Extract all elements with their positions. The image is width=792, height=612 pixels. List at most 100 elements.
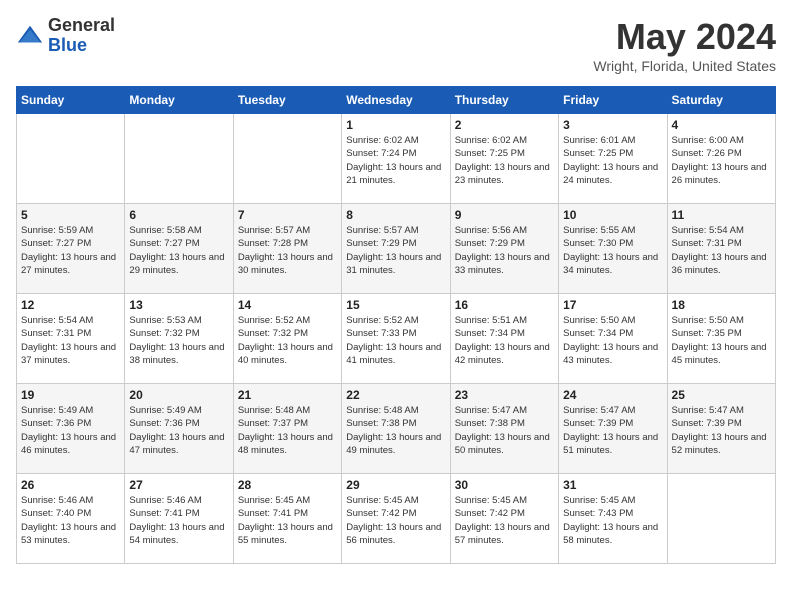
- day-number: 10: [563, 208, 662, 222]
- title-section: May 2024 Wright, Florida, United States: [593, 16, 776, 74]
- day-info: Sunrise: 5:54 AM Sunset: 7:31 PM Dayligh…: [672, 224, 771, 277]
- day-number: 25: [672, 388, 771, 402]
- day-info: Sunrise: 5:57 AM Sunset: 7:29 PM Dayligh…: [346, 224, 445, 277]
- day-number: 19: [21, 388, 120, 402]
- calendar-week-row: 19 Sunrise: 5:49 AM Sunset: 7:36 PM Dayli…: [17, 384, 776, 474]
- calendar-cell: 11 Sunrise: 5:54 AM Sunset: 7:31 PM Dayli…: [667, 204, 775, 294]
- calendar-cell: 13 Sunrise: 5:53 AM Sunset: 7:32 PM Dayli…: [125, 294, 233, 384]
- day-number: 12: [21, 298, 120, 312]
- calendar-cell: [667, 474, 775, 564]
- day-number: 17: [563, 298, 662, 312]
- weekday-header: Thursday: [450, 87, 558, 114]
- calendar-cell: 16 Sunrise: 5:51 AM Sunset: 7:34 PM Dayli…: [450, 294, 558, 384]
- day-number: 11: [672, 208, 771, 222]
- day-number: 31: [563, 478, 662, 492]
- day-number: 24: [563, 388, 662, 402]
- calendar-cell: 28 Sunrise: 5:45 AM Sunset: 7:41 PM Dayli…: [233, 474, 341, 564]
- day-number: 22: [346, 388, 445, 402]
- day-info: Sunrise: 5:50 AM Sunset: 7:34 PM Dayligh…: [563, 314, 662, 367]
- day-info: Sunrise: 5:47 AM Sunset: 7:38 PM Dayligh…: [455, 404, 554, 457]
- day-number: 9: [455, 208, 554, 222]
- day-number: 29: [346, 478, 445, 492]
- calendar-cell: 19 Sunrise: 5:49 AM Sunset: 7:36 PM Dayli…: [17, 384, 125, 474]
- calendar-cell: 10 Sunrise: 5:55 AM Sunset: 7:30 PM Dayli…: [559, 204, 667, 294]
- calendar-cell: 24 Sunrise: 5:47 AM Sunset: 7:39 PM Dayli…: [559, 384, 667, 474]
- day-info: Sunrise: 5:46 AM Sunset: 7:40 PM Dayligh…: [21, 494, 120, 547]
- calendar-week-row: 26 Sunrise: 5:46 AM Sunset: 7:40 PM Dayli…: [17, 474, 776, 564]
- day-info: Sunrise: 6:01 AM Sunset: 7:25 PM Dayligh…: [563, 134, 662, 187]
- calendar-cell: 31Sunrise: 5:45 AM Sunset: 7:43 PM Dayli…: [559, 474, 667, 564]
- calendar-cell: 20Sunrise: 5:49 AM Sunset: 7:36 PM Dayli…: [125, 384, 233, 474]
- calendar-cell: 25 Sunrise: 5:47 AM Sunset: 7:39 PM Dayli…: [667, 384, 775, 474]
- calendar-cell: 26 Sunrise: 5:46 AM Sunset: 7:40 PM Dayli…: [17, 474, 125, 564]
- calendar-cell: 27 Sunrise: 5:46 AM Sunset: 7:41 PM Dayli…: [125, 474, 233, 564]
- calendar-cell: 3 Sunrise: 6:01 AM Sunset: 7:25 PM Daylig…: [559, 114, 667, 204]
- day-info: Sunrise: 5:55 AM Sunset: 7:30 PM Dayligh…: [563, 224, 662, 277]
- calendar-cell: 14 Sunrise: 5:52 AM Sunset: 7:32 PM Dayli…: [233, 294, 341, 384]
- day-info: Sunrise: 5:48 AM Sunset: 7:37 PM Dayligh…: [238, 404, 337, 457]
- day-number: 13: [129, 298, 228, 312]
- calendar-cell: 30Sunrise: 5:45 AM Sunset: 7:42 PM Dayli…: [450, 474, 558, 564]
- day-info: Sunrise: 6:02 AM Sunset: 7:25 PM Dayligh…: [455, 134, 554, 187]
- logo-blue: Blue: [48, 36, 115, 56]
- day-info: Sunrise: 5:52 AM Sunset: 7:32 PM Dayligh…: [238, 314, 337, 367]
- weekday-header: Monday: [125, 87, 233, 114]
- calendar-cell: 6Sunrise: 5:58 AM Sunset: 7:27 PM Daylig…: [125, 204, 233, 294]
- calendar-cell: 1 Sunrise: 6:02 AM Sunset: 7:24 PM Daylig…: [342, 114, 450, 204]
- day-number: 27: [129, 478, 228, 492]
- day-number: 14: [238, 298, 337, 312]
- calendar-cell: 8 Sunrise: 5:57 AM Sunset: 7:29 PM Daylig…: [342, 204, 450, 294]
- day-info: Sunrise: 5:45 AM Sunset: 7:42 PM Dayligh…: [455, 494, 554, 547]
- day-number: 20: [129, 388, 228, 402]
- day-info: Sunrise: 6:00 AM Sunset: 7:26 PM Dayligh…: [672, 134, 771, 187]
- day-number: 26: [21, 478, 120, 492]
- calendar-cell: 4 Sunrise: 6:00 AM Sunset: 7:26 PM Daylig…: [667, 114, 775, 204]
- day-number: 15: [346, 298, 445, 312]
- logo-general: General: [48, 16, 115, 36]
- day-info: Sunrise: 5:46 AM Sunset: 7:41 PM Dayligh…: [129, 494, 228, 547]
- day-number: 16: [455, 298, 554, 312]
- calendar-cell: 9 Sunrise: 5:56 AM Sunset: 7:29 PM Daylig…: [450, 204, 558, 294]
- day-number: 18: [672, 298, 771, 312]
- day-number: 3: [563, 118, 662, 132]
- calendar-cell: 12 Sunrise: 5:54 AM Sunset: 7:31 PM Dayli…: [17, 294, 125, 384]
- weekday-header-row: SundayMondayTuesdayWednesdayThursdayFrid…: [17, 87, 776, 114]
- day-number: 28: [238, 478, 337, 492]
- day-info: Sunrise: 5:49 AM Sunset: 7:36 PM Dayligh…: [21, 404, 120, 457]
- day-info: Sunrise: 5:53 AM Sunset: 7:32 PM Dayligh…: [129, 314, 228, 367]
- day-info: Sunrise: 5:57 AM Sunset: 7:28 PM Dayligh…: [238, 224, 337, 277]
- calendar-cell: 15 Sunrise: 5:52 AM Sunset: 7:33 PM Dayli…: [342, 294, 450, 384]
- day-info: Sunrise: 5:45 AM Sunset: 7:41 PM Dayligh…: [238, 494, 337, 547]
- weekday-header: Saturday: [667, 87, 775, 114]
- day-info: Sunrise: 5:50 AM Sunset: 7:35 PM Dayligh…: [672, 314, 771, 367]
- day-info: Sunrise: 5:58 AM Sunset: 7:27 PM Dayligh…: [129, 224, 228, 277]
- day-info: Sunrise: 5:47 AM Sunset: 7:39 PM Dayligh…: [672, 404, 771, 457]
- calendar-cell: 29 Sunrise: 5:45 AM Sunset: 7:42 PM Dayli…: [342, 474, 450, 564]
- calendar-cell: 5Sunrise: 5:59 AM Sunset: 7:27 PM Daylig…: [17, 204, 125, 294]
- day-info: Sunrise: 5:45 AM Sunset: 7:42 PM Dayligh…: [346, 494, 445, 547]
- location: Wright, Florida, United States: [593, 58, 776, 74]
- day-info: Sunrise: 5:52 AM Sunset: 7:33 PM Dayligh…: [346, 314, 445, 367]
- day-info: Sunrise: 5:59 AM Sunset: 7:27 PM Dayligh…: [21, 224, 120, 277]
- day-info: Sunrise: 6:02 AM Sunset: 7:24 PM Dayligh…: [346, 134, 445, 187]
- calendar-cell: [125, 114, 233, 204]
- calendar-cell: 22Sunrise: 5:48 AM Sunset: 7:38 PM Dayli…: [342, 384, 450, 474]
- calendar-header: SundayMondayTuesdayWednesdayThursdayFrid…: [17, 87, 776, 114]
- day-number: 1: [346, 118, 445, 132]
- day-info: Sunrise: 5:54 AM Sunset: 7:31 PM Dayligh…: [21, 314, 120, 367]
- calendar-cell: 2Sunrise: 6:02 AM Sunset: 7:25 PM Daylig…: [450, 114, 558, 204]
- day-number: 4: [672, 118, 771, 132]
- day-number: 8: [346, 208, 445, 222]
- day-info: Sunrise: 5:56 AM Sunset: 7:29 PM Dayligh…: [455, 224, 554, 277]
- weekday-header: Sunday: [17, 87, 125, 114]
- day-info: Sunrise: 5:51 AM Sunset: 7:34 PM Dayligh…: [455, 314, 554, 367]
- logo: General Blue: [16, 16, 115, 56]
- calendar-table: SundayMondayTuesdayWednesdayThursdayFrid…: [16, 86, 776, 564]
- logo-icon: [16, 22, 44, 50]
- calendar-body: 1 Sunrise: 6:02 AM Sunset: 7:24 PM Daylig…: [17, 114, 776, 564]
- day-number: 21: [238, 388, 337, 402]
- day-info: Sunrise: 5:47 AM Sunset: 7:39 PM Dayligh…: [563, 404, 662, 457]
- page-header: General Blue May 2024 Wright, Florida, U…: [16, 16, 776, 74]
- calendar-cell: [233, 114, 341, 204]
- weekday-header: Wednesday: [342, 87, 450, 114]
